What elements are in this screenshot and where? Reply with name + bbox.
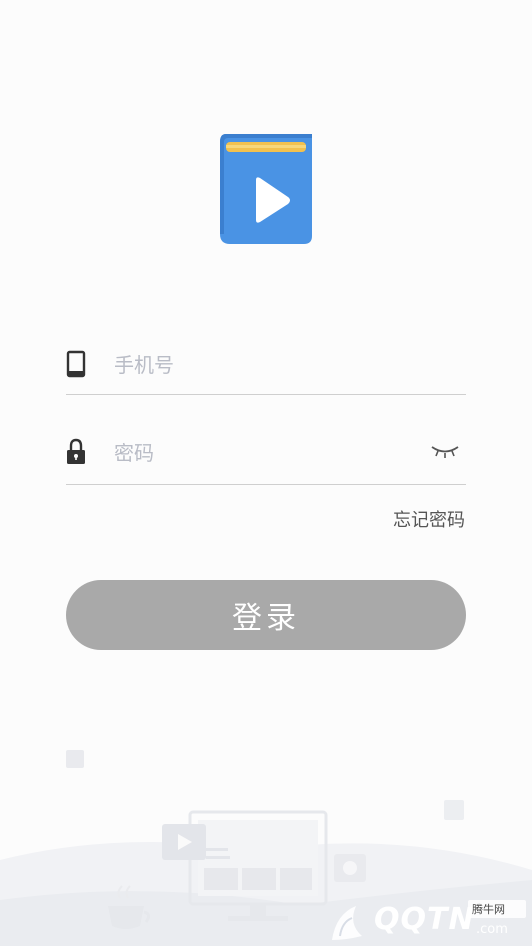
watermark-site: 腾牛网 [472, 903, 505, 916]
phone-divider [66, 394, 466, 395]
phone-input[interactable] [112, 346, 416, 384]
app-logo [220, 134, 312, 244]
forgot-password-link[interactable]: 忘记密码 [393, 506, 465, 532]
login-button[interactable]: 登录 [66, 580, 466, 650]
password-divider [66, 484, 466, 485]
password-input[interactable] [112, 434, 416, 472]
phone-icon [66, 350, 86, 378]
watermark-brand: QQTN [374, 902, 475, 937]
phone-field [66, 342, 466, 395]
watermark-com: .com [476, 922, 508, 937]
lock-icon [67, 438, 85, 464]
eye-closed-icon[interactable] [430, 442, 460, 460]
password-field [66, 430, 466, 485]
